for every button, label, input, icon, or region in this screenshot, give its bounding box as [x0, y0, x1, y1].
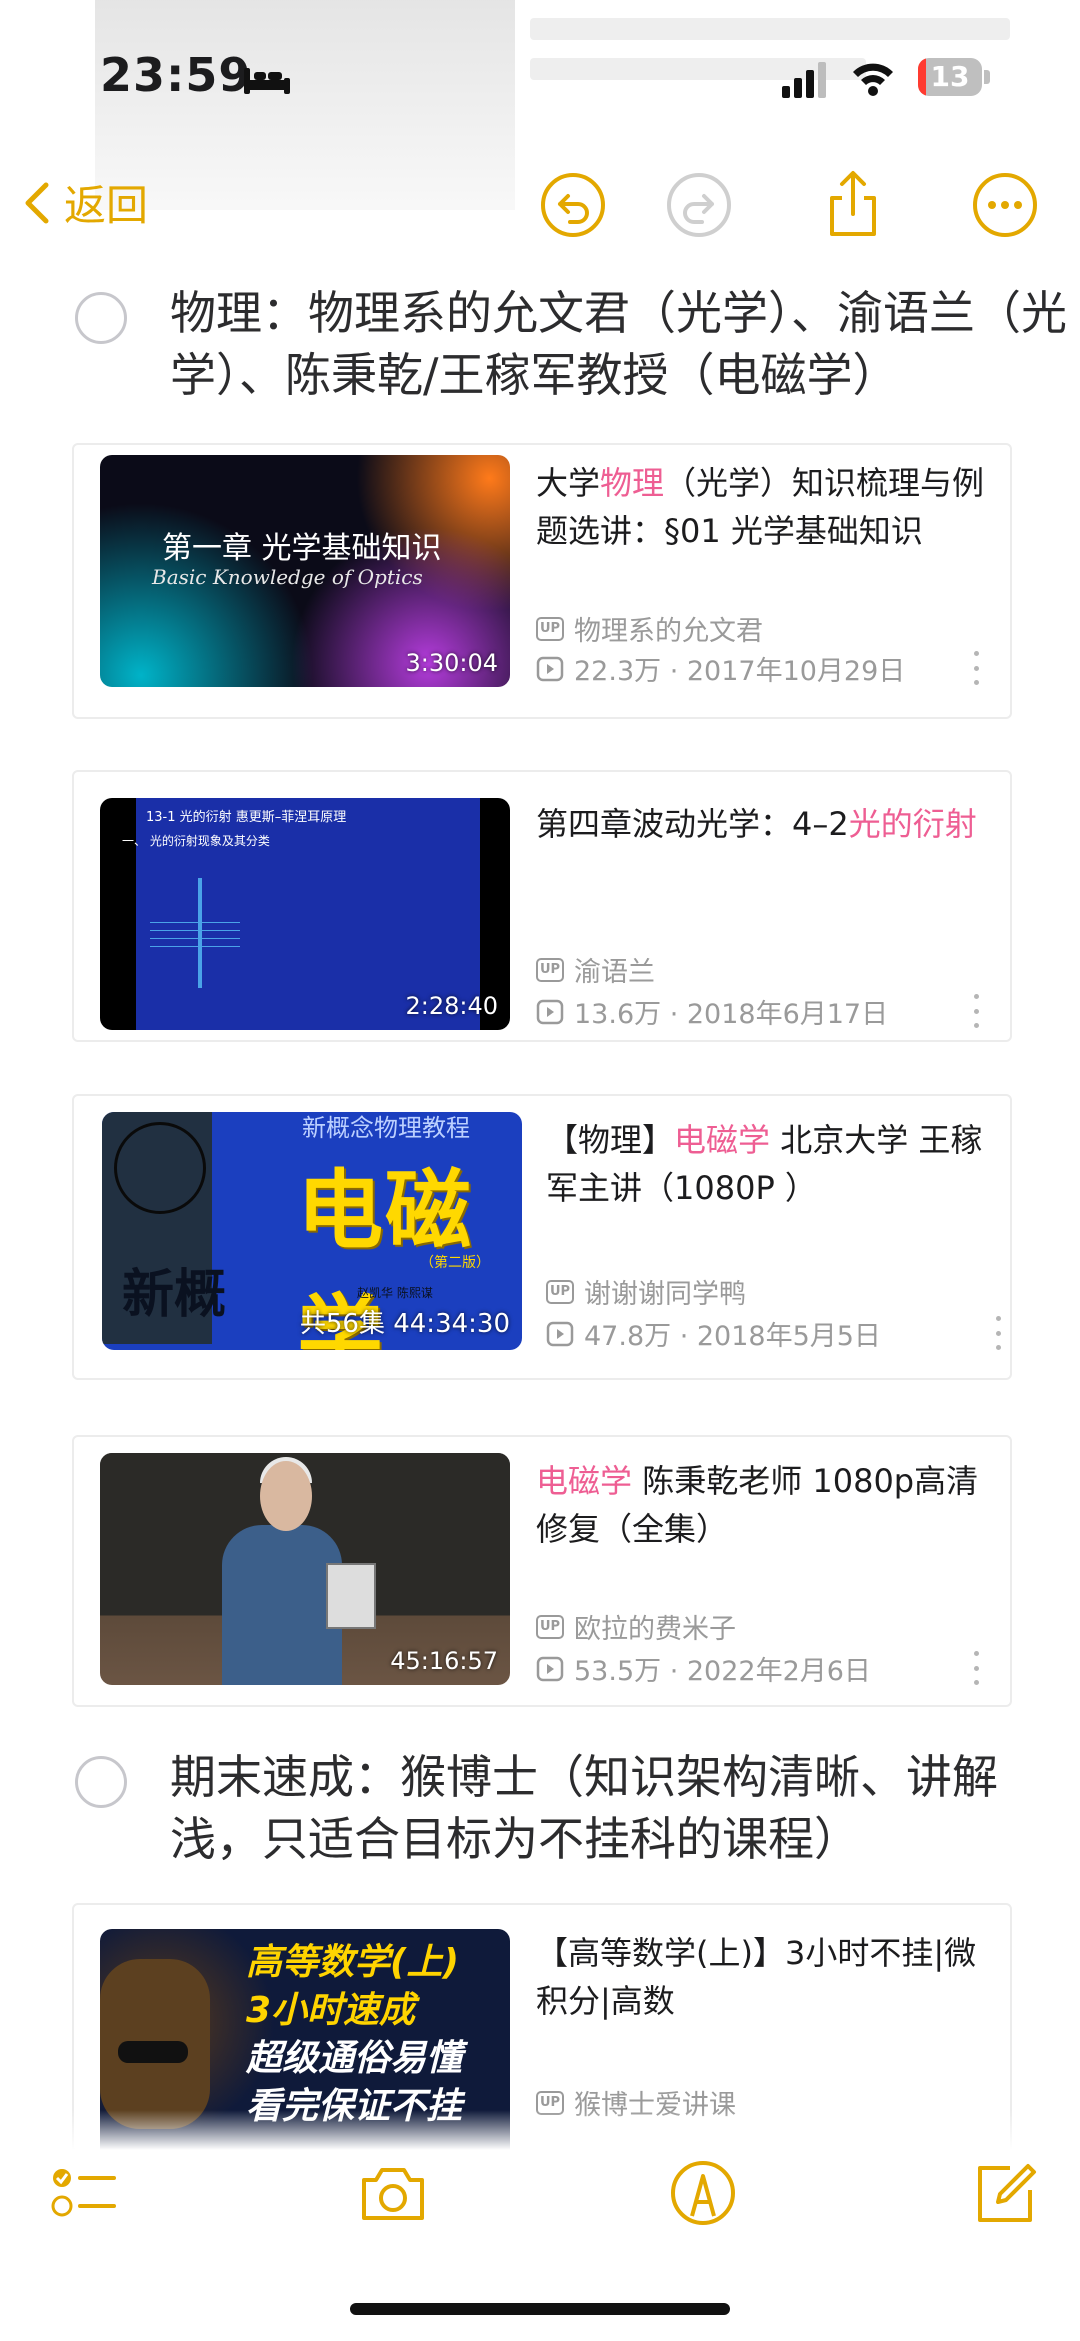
checklist-item: 物理：物理系的允文君（光学）、渝语兰（光学）、陈秉乾/王稼军教授（电磁学） [75, 282, 1067, 412]
thumbnail-subtext: 一、 光的衍射现象及其分类 [122, 834, 270, 848]
thumbnail-text: 第一章 光学基础知识 [162, 531, 442, 566]
video-title[interactable]: 大学物理（光学）知识梳理与例题选讲：§01 光学基础知识 [536, 459, 996, 555]
uploader[interactable]: UP 谢谢谢同学鸭 [546, 1272, 746, 1311]
battery-percent: 13 [930, 60, 970, 93]
video-title[interactable]: 【物理】电磁学 北京大学 王稼军主讲（1080P ） [546, 1116, 1006, 1212]
video-title[interactable]: 【高等数学(上)】3小时不挂|微积分|高数 [536, 1929, 996, 2025]
video-duration: 2:28:40 [405, 992, 498, 1020]
video-thumbnail[interactable]: 45:16:57 [100, 1453, 510, 1685]
back-button[interactable]: 返回 [22, 172, 148, 233]
signal-icon [782, 62, 826, 98]
uploader[interactable]: UP 物理系的允文君 [536, 609, 763, 648]
compose-icon[interactable] [970, 2158, 1040, 2228]
markup-icon[interactable] [668, 2158, 738, 2228]
camera-icon[interactable] [358, 2158, 428, 2228]
more-options-icon[interactable] [972, 994, 980, 1028]
video-title[interactable]: 电磁学 陈秉乾老师 1080p高清修复（全集） [536, 1457, 996, 1553]
uploader[interactable]: UP 欧拉的费米子 [536, 1607, 736, 1646]
video-card[interactable]: 45:16:57 电磁学 陈秉乾老师 1080p高清修复（全集） UP 欧拉的费米… [72, 1435, 1012, 1707]
play-count-icon [536, 999, 564, 1024]
video-thumbnail[interactable]: 新概 新概念物理教程 电磁学 （第二版） 赵凯华 陈熙谋 共56集 44:34:… [102, 1112, 522, 1350]
status-time: 23:59 [100, 48, 252, 102]
toolbar-fade [0, 2110, 1080, 2150]
video-stats: 22.3万 · 2017年10月29日 [536, 649, 905, 688]
video-title[interactable]: 第四章波动光学：4–2光的衍射 [536, 800, 996, 848]
thumbnail-series: 新概念物理教程 [302, 1114, 470, 1142]
checkbox[interactable] [75, 292, 127, 344]
video-thumbnail[interactable]: 第一章 光学基础知识 Basic Knowledge of Optics 3:3… [100, 455, 510, 687]
battery-icon: 13 [918, 58, 992, 96]
more-options-icon[interactable] [994, 1316, 1002, 1350]
status-bar: 23:59 13 [0, 0, 1080, 150]
more-options-icon[interactable] [972, 651, 980, 685]
home-indicator[interactable] [350, 2303, 730, 2315]
video-card[interactable]: 13-1 光的衍射 惠更斯–菲涅耳原理 一、 光的衍射现象及其分类 2:28:4… [72, 770, 1012, 1042]
more-icon[interactable] [970, 170, 1040, 240]
video-duration: 45:16:57 [390, 1647, 498, 1675]
checklist-item: 期末速成：猴博士（知识架构清晰、讲解浅，只适合目标为不挂科的课程） [75, 1746, 1035, 1876]
wifi-icon [853, 63, 893, 96]
video-card[interactable]: 新概 新概念物理教程 电磁学 （第二版） 赵凯华 陈熙谋 共56集 44:34:… [72, 1094, 1012, 1380]
up-badge-icon: UP [536, 616, 564, 641]
back-chevron-icon [25, 182, 49, 223]
redo-icon[interactable] [664, 170, 734, 240]
thumbnail-text: 超级通俗易懂 [246, 2038, 463, 2079]
video-card[interactable]: 第一章 光学基础知识 Basic Knowledge of Optics 3:3… [72, 443, 1012, 719]
checkbox[interactable] [75, 1756, 127, 1808]
video-stats: 53.5万 · 2022年2月6日 [536, 1649, 871, 1688]
thumbnail-subtext: Basic Knowledge of Optics [152, 565, 423, 589]
undo-icon[interactable] [538, 170, 608, 240]
video-duration: 3:30:04 [405, 649, 498, 677]
checklist-text[interactable]: 物理：物理系的允文君（光学）、渝语兰（光学）、陈秉乾/王稼军教授（电磁学） [170, 282, 1070, 406]
up-badge-icon: UP [536, 1614, 564, 1639]
up-badge-icon: UP [536, 957, 564, 982]
bed-icon [244, 68, 290, 94]
thumbnail-text: 3小时速成 [246, 1990, 416, 2031]
back-label: 返回 [64, 181, 149, 230]
share-icon[interactable] [818, 170, 888, 240]
up-badge-icon: UP [546, 1279, 574, 1304]
play-count-icon [536, 656, 564, 681]
play-count-icon [536, 1656, 564, 1681]
thumbnail-side-text: 新概 [122, 1265, 227, 1325]
more-options-icon[interactable] [972, 1651, 980, 1685]
uploader[interactable]: UP 渝语兰 [536, 950, 655, 989]
thumbnail-authors: 赵凯华 陈熙谋 [357, 1286, 433, 1300]
thumbnail-edition: （第二版） [420, 1255, 490, 1271]
checklist-icon[interactable] [48, 2158, 118, 2228]
thumbnail-text: 高等数学(上) [246, 1942, 459, 1983]
video-duration: 共56集 44:34:30 [299, 1309, 510, 1339]
thumbnail-text: 13-1 光的衍射 惠更斯–菲涅耳原理 [146, 810, 347, 825]
video-stats: 47.8万 · 2018年5月5日 [546, 1314, 881, 1353]
video-thumbnail[interactable]: 13-1 光的衍射 惠更斯–菲涅耳原理 一、 光的衍射现象及其分类 2:28:4… [100, 798, 510, 1030]
video-stats: 13.6万 · 2018年6月17日 [536, 992, 888, 1031]
play-count-icon [546, 1321, 574, 1346]
checklist-text[interactable]: 期末速成：猴博士（知识架构清晰、讲解浅，只适合目标为不挂科的课程） [170, 1746, 1070, 1870]
